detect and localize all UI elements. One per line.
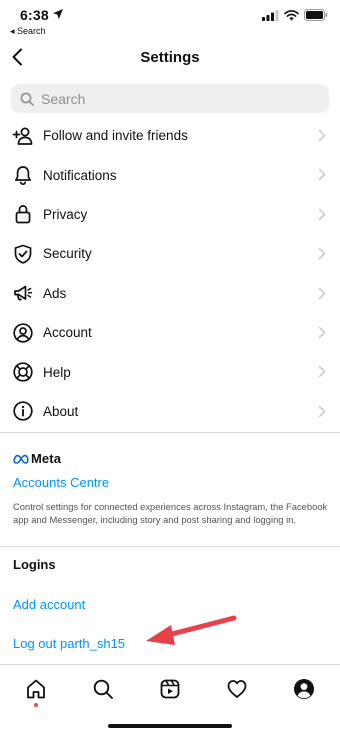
log-out-link[interactable]: Log out parth_sh15 <box>13 636 125 651</box>
lifebuoy-icon <box>12 361 34 383</box>
tab-search[interactable] <box>91 677 115 701</box>
notification-dot <box>34 703 38 707</box>
search-icon <box>93 679 113 699</box>
annotation-arrow <box>146 615 237 645</box>
chevron-right-icon <box>318 169 326 181</box>
menu-item-follow-invite[interactable]: Follow and invite friends <box>0 116 340 155</box>
profile-icon <box>294 679 314 699</box>
logins-heading: Logins <box>13 557 56 572</box>
menu-item-label: Security <box>43 246 92 262</box>
home-icon <box>27 679 45 699</box>
tab-home[interactable] <box>24 677 48 701</box>
tab-bar <box>0 664 340 712</box>
accounts-centre-description: Control settings for connected experienc… <box>13 501 328 525</box>
chevron-right-icon <box>318 287 326 299</box>
menu-item-notifications[interactable]: Notifications <box>0 155 340 194</box>
menu-item-about[interactable]: About <box>0 392 340 431</box>
home-indicator <box>108 724 232 728</box>
menu-item-label: Privacy <box>43 206 88 222</box>
accounts-centre-link[interactable]: Accounts Centre <box>13 475 109 490</box>
chevron-right-icon <box>318 208 326 221</box>
menu-item-label: Help <box>43 364 71 380</box>
divider <box>0 432 340 433</box>
tab-reels[interactable] <box>158 677 182 701</box>
chevron-right-icon <box>318 129 326 142</box>
chevron-right-icon <box>318 405 326 417</box>
lock-icon <box>12 203 34 225</box>
menu-item-label: Follow and invite friends <box>43 128 188 144</box>
status-bar: 6:38 ◂ Search <box>0 0 340 40</box>
shield-icon <box>12 243 34 265</box>
add-person-icon <box>12 125 34 147</box>
menu-item-account[interactable]: Account <box>0 313 340 352</box>
status-indicators <box>262 9 328 21</box>
menu-item-label: Ads <box>43 285 67 301</box>
wifi-icon <box>284 9 299 20</box>
meta-logo: Meta <box>13 451 61 466</box>
person-circle-icon <box>12 322 34 344</box>
page-title: Settings <box>140 49 200 66</box>
search-placeholder: Search <box>41 90 86 107</box>
back-to-app-link[interactable]: ◂ Search <box>10 26 46 37</box>
menu-item-privacy[interactable]: Privacy <box>0 195 340 234</box>
battery-icon <box>304 9 328 21</box>
reels-icon <box>160 679 180 699</box>
add-account-link[interactable]: Add account <box>13 597 85 612</box>
menu-item-help[interactable]: Help <box>0 352 340 391</box>
tab-profile[interactable] <box>292 677 316 701</box>
megaphone-icon <box>12 282 34 304</box>
chevron-right-icon <box>318 326 326 339</box>
status-time: 6:38 <box>20 7 49 23</box>
menu-item-security[interactable]: Security <box>0 234 340 273</box>
settings-menu: Follow and invite friends Notifications … <box>0 116 340 431</box>
menu-item-label: Notifications <box>43 167 117 183</box>
tab-activity[interactable] <box>225 677 249 701</box>
search-icon <box>20 92 34 106</box>
header: Settings <box>0 40 340 76</box>
chevron-right-icon <box>318 366 326 378</box>
search-input[interactable]: Search <box>11 84 329 113</box>
divider <box>0 546 340 547</box>
heart-icon <box>227 680 247 698</box>
menu-item-ads[interactable]: Ads <box>0 274 340 313</box>
menu-item-label: About <box>43 403 79 419</box>
bell-icon <box>12 164 34 186</box>
location-arrow-icon <box>53 9 63 19</box>
signal-icon <box>262 9 279 21</box>
info-icon <box>12 400 34 422</box>
meta-wordmark: Meta <box>31 451 62 466</box>
chevron-right-icon <box>318 247 326 260</box>
menu-item-label: Account <box>43 325 92 341</box>
meta-infinity-icon <box>13 454 29 464</box>
